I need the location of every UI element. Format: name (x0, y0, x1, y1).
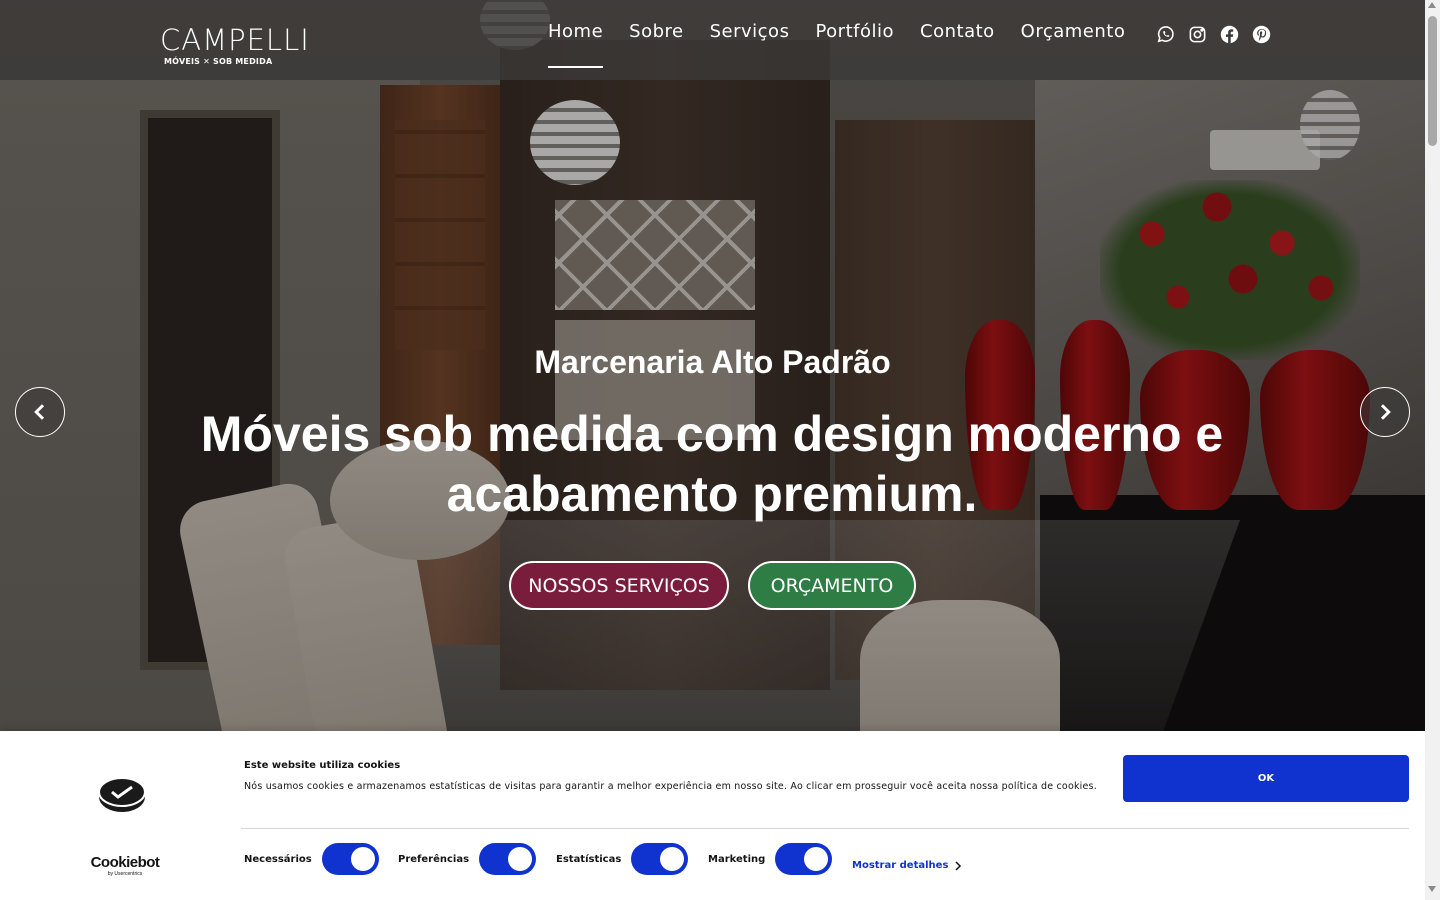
scroll-up-icon[interactable] (1428, 2, 1436, 8)
toggle-switch-estatisticas[interactable] (631, 843, 689, 875)
chevron-left-icon (34, 404, 45, 420)
cookiebot-brand-name: Cookiebot (90, 854, 160, 871)
quote-button[interactable]: ORÇAMENTO (748, 561, 916, 610)
show-details-link[interactable]: Mostrar detalhes (852, 860, 962, 871)
hero-kicker: Marcenaria Alto Padrão (534, 344, 891, 380)
nav-item-sobre[interactable]: Sobre (629, 21, 683, 47)
logo-tagline: MÓVEIS ✕ SOB MEDIDA (164, 57, 273, 66)
site-logo[interactable]: CAMPELLI MÓVEIS ✕ SOB MEDIDA (160, 23, 310, 70)
toggle-preferencias: Preferências (398, 843, 537, 875)
nav-item-home[interactable]: Home (548, 21, 604, 68)
carousel-next-button[interactable] (1360, 387, 1410, 437)
toggle-necessarios: Necessários (244, 843, 379, 875)
facebook-icon[interactable] (1220, 25, 1239, 44)
cookiebot-logo-icon (98, 777, 146, 813)
nav-item-orcamento[interactable]: Orçamento (1021, 21, 1126, 47)
cookie-ok-button[interactable]: OK (1123, 755, 1409, 802)
nav-item-servicos[interactable]: Serviços (710, 21, 790, 47)
toggle-switch-marketing[interactable] (775, 843, 833, 875)
scrollbar-thumb[interactable] (1428, 16, 1437, 146)
toggle-switch-necessarios[interactable] (321, 843, 379, 875)
toggle-label: Preferências (398, 853, 470, 865)
cookie-title: Este website utiliza cookies (244, 760, 401, 771)
toggle-label: Estatísticas (556, 853, 622, 865)
show-details-label: Mostrar detalhes (852, 860, 949, 871)
carousel-prev-button[interactable] (15, 387, 65, 437)
toggle-label: Necessários (244, 853, 312, 865)
cookiebot-brand-by: by Usercentrics (107, 871, 143, 877)
instagram-icon[interactable] (1188, 25, 1207, 44)
hero-title: Móveis sob medida com design moderno e a… (200, 406, 1224, 522)
scroll-down-icon[interactable] (1428, 886, 1436, 892)
nav-item-contato[interactable]: Contato (920, 21, 995, 47)
cookie-text: Nós usamos cookies e armazenamos estatís… (244, 781, 1097, 792)
logo-wordmark: CAMPELLI (160, 23, 310, 57)
cookiebot-brand: Cookiebot by Usercentrics (90, 854, 160, 878)
page-scrollbar[interactable] (1425, 0, 1440, 900)
pinterest-icon[interactable] (1252, 25, 1271, 44)
main-nav: Home Sobre Serviços Portfólio Contato Or… (548, 21, 1151, 68)
whatsapp-icon[interactable] (1156, 25, 1175, 44)
toggle-label: Marketing (708, 853, 766, 865)
toggle-estatisticas: Estatísticas (556, 843, 689, 875)
cookie-banner: Cookiebot by Usercentrics Este website u… (0, 731, 1425, 900)
chevron-right-icon (955, 860, 962, 871)
cookie-divider (241, 828, 1409, 829)
navbar: CAMPELLI MÓVEIS ✕ SOB MEDIDA Home Sobre … (0, 0, 1425, 80)
toggle-switch-preferencias[interactable] (479, 843, 537, 875)
nav-item-portfolio[interactable]: Portfólio (815, 21, 894, 47)
chevron-right-icon (1380, 404, 1391, 420)
social-links (1156, 25, 1271, 44)
toggle-marketing: Marketing (708, 843, 833, 875)
services-button[interactable]: NOSSOS SERVIÇOS (509, 561, 729, 610)
